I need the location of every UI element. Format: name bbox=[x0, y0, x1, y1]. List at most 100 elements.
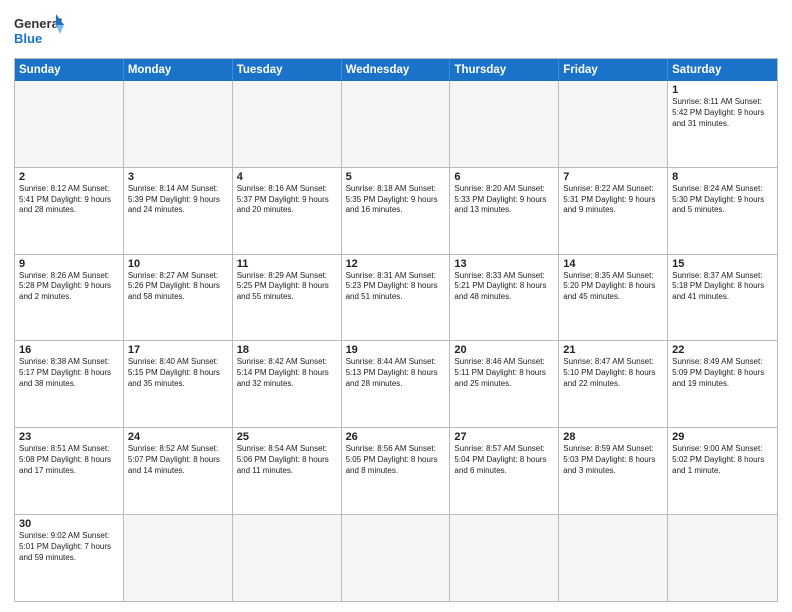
day-number: 8 bbox=[672, 171, 773, 183]
calendar-cell-1-4: 6Sunrise: 8:20 AM Sunset: 5:33 PM Daylig… bbox=[450, 168, 559, 254]
day-number: 6 bbox=[454, 171, 554, 183]
calendar-cell-2-3: 12Sunrise: 8:31 AM Sunset: 5:23 PM Dayli… bbox=[342, 255, 451, 341]
day-number: 13 bbox=[454, 258, 554, 270]
calendar-cell-3-2: 18Sunrise: 8:42 AM Sunset: 5:14 PM Dayli… bbox=[233, 341, 342, 427]
calendar-cell-4-4: 27Sunrise: 8:57 AM Sunset: 5:04 PM Dayli… bbox=[450, 428, 559, 514]
calendar-cell-0-1 bbox=[124, 81, 233, 167]
calendar-cell-4-2: 25Sunrise: 8:54 AM Sunset: 5:06 PM Dayli… bbox=[233, 428, 342, 514]
calendar-row-2: 9Sunrise: 8:26 AM Sunset: 5:28 PM Daylig… bbox=[15, 255, 777, 342]
calendar-cell-4-6: 29Sunrise: 9:00 AM Sunset: 5:02 PM Dayli… bbox=[668, 428, 777, 514]
day-info: Sunrise: 8:38 AM Sunset: 5:17 PM Dayligh… bbox=[19, 357, 119, 389]
calendar-cell-5-3 bbox=[342, 515, 451, 601]
calendar-cell-2-2: 11Sunrise: 8:29 AM Sunset: 5:25 PM Dayli… bbox=[233, 255, 342, 341]
calendar-cell-4-3: 26Sunrise: 8:56 AM Sunset: 5:05 PM Dayli… bbox=[342, 428, 451, 514]
calendar-cell-3-1: 17Sunrise: 8:40 AM Sunset: 5:15 PM Dayli… bbox=[124, 341, 233, 427]
calendar-cell-5-4 bbox=[450, 515, 559, 601]
calendar-cell-3-6: 22Sunrise: 8:49 AM Sunset: 5:09 PM Dayli… bbox=[668, 341, 777, 427]
weekday-header-friday: Friday bbox=[559, 59, 668, 81]
day-number: 23 bbox=[19, 431, 119, 443]
day-info: Sunrise: 8:57 AM Sunset: 5:04 PM Dayligh… bbox=[454, 444, 554, 476]
day-info: Sunrise: 8:52 AM Sunset: 5:07 PM Dayligh… bbox=[128, 444, 228, 476]
logo-svg: General Blue bbox=[14, 10, 64, 52]
day-info: Sunrise: 8:56 AM Sunset: 5:05 PM Dayligh… bbox=[346, 444, 446, 476]
calendar-cell-1-0: 2Sunrise: 8:12 AM Sunset: 5:41 PM Daylig… bbox=[15, 168, 124, 254]
calendar-cell-5-6 bbox=[668, 515, 777, 601]
day-info: Sunrise: 9:02 AM Sunset: 5:01 PM Dayligh… bbox=[19, 531, 119, 563]
calendar-row-5: 30Sunrise: 9:02 AM Sunset: 5:01 PM Dayli… bbox=[15, 515, 777, 601]
weekday-header-monday: Monday bbox=[124, 59, 233, 81]
calendar-cell-0-2 bbox=[233, 81, 342, 167]
day-info: Sunrise: 8:18 AM Sunset: 5:35 PM Dayligh… bbox=[346, 184, 446, 216]
day-info: Sunrise: 8:46 AM Sunset: 5:11 PM Dayligh… bbox=[454, 357, 554, 389]
day-info: Sunrise: 8:12 AM Sunset: 5:41 PM Dayligh… bbox=[19, 184, 119, 216]
calendar-cell-2-0: 9Sunrise: 8:26 AM Sunset: 5:28 PM Daylig… bbox=[15, 255, 124, 341]
calendar-row-3: 16Sunrise: 8:38 AM Sunset: 5:17 PM Dayli… bbox=[15, 341, 777, 428]
calendar-cell-0-5 bbox=[559, 81, 668, 167]
day-number: 7 bbox=[563, 171, 663, 183]
day-info: Sunrise: 8:22 AM Sunset: 5:31 PM Dayligh… bbox=[563, 184, 663, 216]
calendar-cell-5-1 bbox=[124, 515, 233, 601]
calendar-row-0: 1Sunrise: 8:11 AM Sunset: 5:42 PM Daylig… bbox=[15, 81, 777, 168]
day-number: 9 bbox=[19, 258, 119, 270]
calendar-cell-1-1: 3Sunrise: 8:14 AM Sunset: 5:39 PM Daylig… bbox=[124, 168, 233, 254]
day-number: 5 bbox=[346, 171, 446, 183]
day-info: Sunrise: 8:16 AM Sunset: 5:37 PM Dayligh… bbox=[237, 184, 337, 216]
day-info: Sunrise: 8:24 AM Sunset: 5:30 PM Dayligh… bbox=[672, 184, 773, 216]
day-number: 18 bbox=[237, 344, 337, 356]
svg-text:General: General bbox=[14, 16, 62, 31]
calendar-row-4: 23Sunrise: 8:51 AM Sunset: 5:08 PM Dayli… bbox=[15, 428, 777, 515]
svg-text:Blue: Blue bbox=[14, 31, 42, 46]
logo: General Blue bbox=[14, 10, 64, 52]
calendar-cell-4-1: 24Sunrise: 8:52 AM Sunset: 5:07 PM Dayli… bbox=[124, 428, 233, 514]
calendar-cell-4-5: 28Sunrise: 8:59 AM Sunset: 5:03 PM Dayli… bbox=[559, 428, 668, 514]
day-info: Sunrise: 8:49 AM Sunset: 5:09 PM Dayligh… bbox=[672, 357, 773, 389]
day-number: 29 bbox=[672, 431, 773, 443]
weekday-header-wednesday: Wednesday bbox=[342, 59, 451, 81]
header: General Blue bbox=[14, 10, 778, 52]
calendar-cell-1-3: 5Sunrise: 8:18 AM Sunset: 5:35 PM Daylig… bbox=[342, 168, 451, 254]
day-number: 25 bbox=[237, 431, 337, 443]
calendar-cell-2-4: 13Sunrise: 8:33 AM Sunset: 5:21 PM Dayli… bbox=[450, 255, 559, 341]
day-info: Sunrise: 8:20 AM Sunset: 5:33 PM Dayligh… bbox=[454, 184, 554, 216]
day-info: Sunrise: 8:26 AM Sunset: 5:28 PM Dayligh… bbox=[19, 271, 119, 303]
day-info: Sunrise: 8:47 AM Sunset: 5:10 PM Dayligh… bbox=[563, 357, 663, 389]
day-number: 12 bbox=[346, 258, 446, 270]
day-number: 11 bbox=[237, 258, 337, 270]
calendar-cell-0-4 bbox=[450, 81, 559, 167]
calendar-header-row: SundayMondayTuesdayWednesdayThursdayFrid… bbox=[15, 59, 777, 81]
day-info: Sunrise: 8:11 AM Sunset: 5:42 PM Dayligh… bbox=[672, 97, 773, 129]
weekday-header-tuesday: Tuesday bbox=[233, 59, 342, 81]
calendar-cell-3-4: 20Sunrise: 8:46 AM Sunset: 5:11 PM Dayli… bbox=[450, 341, 559, 427]
day-info: Sunrise: 8:54 AM Sunset: 5:06 PM Dayligh… bbox=[237, 444, 337, 476]
calendar-cell-1-5: 7Sunrise: 8:22 AM Sunset: 5:31 PM Daylig… bbox=[559, 168, 668, 254]
day-info: Sunrise: 8:42 AM Sunset: 5:14 PM Dayligh… bbox=[237, 357, 337, 389]
day-number: 1 bbox=[672, 84, 773, 96]
calendar-cell-1-2: 4Sunrise: 8:16 AM Sunset: 5:37 PM Daylig… bbox=[233, 168, 342, 254]
day-info: Sunrise: 8:51 AM Sunset: 5:08 PM Dayligh… bbox=[19, 444, 119, 476]
weekday-header-thursday: Thursday bbox=[450, 59, 559, 81]
day-info: Sunrise: 8:35 AM Sunset: 5:20 PM Dayligh… bbox=[563, 271, 663, 303]
day-number: 20 bbox=[454, 344, 554, 356]
page: General Blue SundayMondayTuesdayWednesda… bbox=[0, 0, 792, 612]
weekday-header-sunday: Sunday bbox=[15, 59, 124, 81]
weekday-header-saturday: Saturday bbox=[668, 59, 777, 81]
calendar-row-1: 2Sunrise: 8:12 AM Sunset: 5:41 PM Daylig… bbox=[15, 168, 777, 255]
calendar-cell-3-3: 19Sunrise: 8:44 AM Sunset: 5:13 PM Dayli… bbox=[342, 341, 451, 427]
calendar-cell-2-5: 14Sunrise: 8:35 AM Sunset: 5:20 PM Dayli… bbox=[559, 255, 668, 341]
day-number: 19 bbox=[346, 344, 446, 356]
day-info: Sunrise: 8:29 AM Sunset: 5:25 PM Dayligh… bbox=[237, 271, 337, 303]
day-number: 14 bbox=[563, 258, 663, 270]
day-number: 15 bbox=[672, 258, 773, 270]
day-info: Sunrise: 8:59 AM Sunset: 5:03 PM Dayligh… bbox=[563, 444, 663, 476]
day-number: 22 bbox=[672, 344, 773, 356]
day-number: 10 bbox=[128, 258, 228, 270]
calendar-cell-3-5: 21Sunrise: 8:47 AM Sunset: 5:10 PM Dayli… bbox=[559, 341, 668, 427]
day-info: Sunrise: 8:44 AM Sunset: 5:13 PM Dayligh… bbox=[346, 357, 446, 389]
calendar-cell-5-2 bbox=[233, 515, 342, 601]
day-number: 27 bbox=[454, 431, 554, 443]
day-number: 21 bbox=[563, 344, 663, 356]
calendar-cell-3-0: 16Sunrise: 8:38 AM Sunset: 5:17 PM Dayli… bbox=[15, 341, 124, 427]
day-number: 2 bbox=[19, 171, 119, 183]
day-info: Sunrise: 8:40 AM Sunset: 5:15 PM Dayligh… bbox=[128, 357, 228, 389]
day-number: 26 bbox=[346, 431, 446, 443]
